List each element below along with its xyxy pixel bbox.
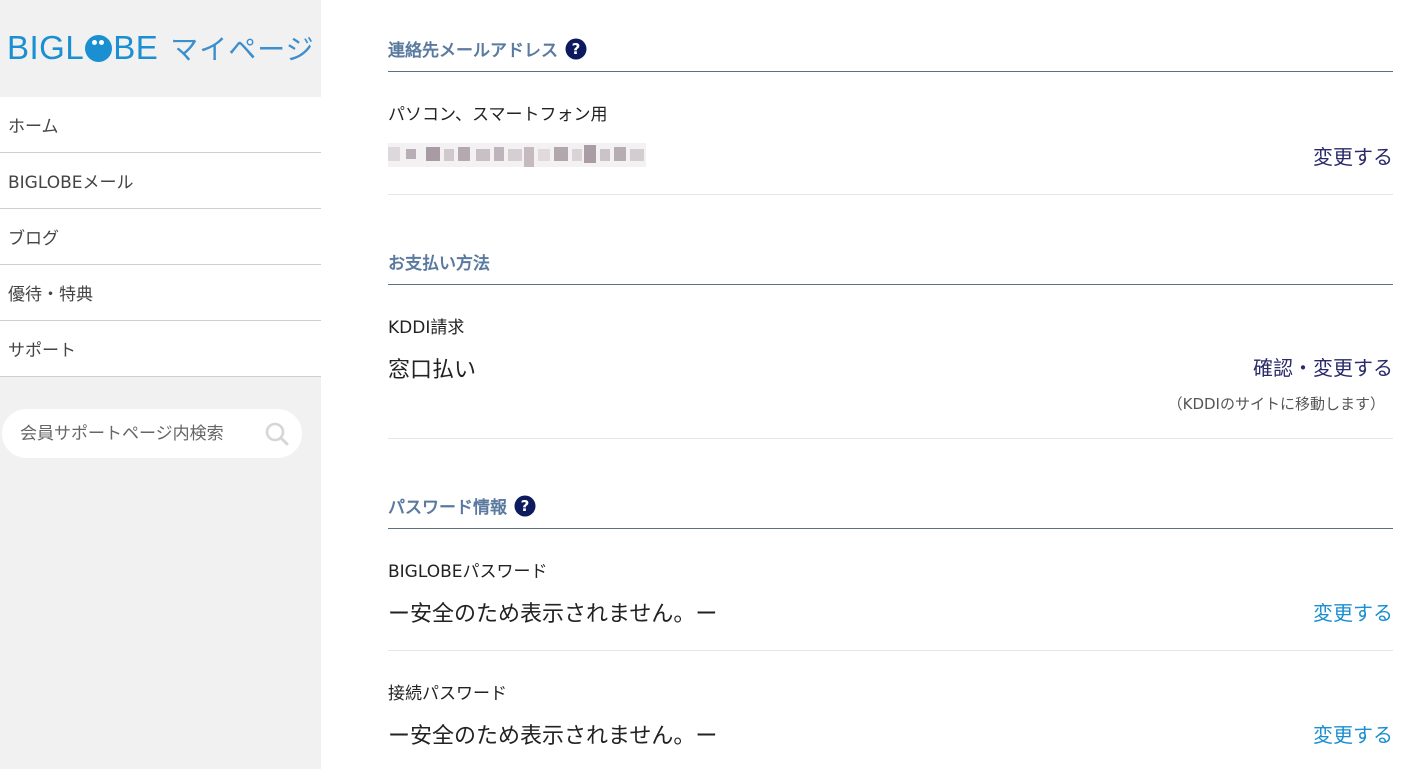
password-header: パスワード情報 ?	[388, 483, 1393, 529]
sidebar-item-blog[interactable]: ブログ	[0, 209, 321, 265]
sidebar-item-label: BIGLOBEメール	[8, 173, 134, 193]
confirm-change-payment-link[interactable]: 確認・変更する	[1253, 352, 1393, 381]
help-icon[interactable]: ?	[565, 38, 587, 60]
biglobe-password-label: BIGLOBEパスワード	[388, 562, 548, 582]
help-icon[interactable]: ?	[514, 495, 536, 517]
contact-email-label: パソコン、スマートフォン用	[388, 105, 608, 125]
sidebar-item-mail[interactable]: BIGLOBEメール	[0, 153, 321, 209]
support-search-box	[2, 409, 302, 458]
logo-mascot-icon	[85, 34, 113, 62]
biglobe-logo[interactable]: BIGL BE マイページ	[7, 28, 315, 68]
sidebar-item-support[interactable]: サポート	[0, 321, 321, 377]
blurred-email-address	[388, 141, 646, 169]
kddi-redirect-note: （KDDIのサイトに移動します）	[1167, 395, 1385, 413]
payment-label: KDDI請求	[388, 318, 465, 338]
change-connection-password-link[interactable]: 変更する	[1313, 719, 1393, 748]
logo-brand-left: BIGL	[7, 29, 85, 66]
biglobe-password-value: ー安全のため表示されません。ー	[388, 602, 718, 627]
payment-title: お支払い方法	[388, 254, 490, 274]
sidebar-item-label: ホーム	[8, 117, 59, 137]
password-title: パスワード情報	[388, 498, 507, 518]
connection-password-value: ー安全のため表示されません。ー	[388, 724, 718, 749]
payment-header: お支払い方法	[388, 239, 1393, 285]
contact-email-header: 連絡先メールアドレス ?	[388, 26, 1393, 72]
contact-email-title: 連絡先メールアドレス	[388, 41, 558, 61]
contact-email-divider	[388, 194, 1393, 195]
change-email-link[interactable]: 変更する	[1313, 141, 1393, 170]
sidebar-item-benefits[interactable]: 優待・特典	[0, 265, 321, 321]
sidebar-item-label: ブログ	[8, 229, 59, 249]
logo-subtitle: マイページ	[170, 33, 315, 66]
sidebar-item-label: サポート	[8, 341, 76, 361]
biglobe-password-divider	[388, 650, 1393, 651]
svg-text:?: ?	[572, 40, 581, 58]
payment-divider	[388, 438, 1393, 439]
pixelated-email-image	[388, 143, 646, 167]
svg-text:?: ?	[521, 497, 530, 515]
logo-area: BIGL BE マイページ	[0, 0, 321, 97]
search-input[interactable]	[18, 422, 264, 445]
sidebar-nav: ホーム BIGLOBEメール ブログ 優待・特典 サポート	[0, 97, 321, 377]
logo-brand-right: BE	[113, 29, 159, 66]
sidebar: BIGL BE マイページ ホーム BIGLOBEメール ブログ 優待・特典 サ…	[0, 0, 321, 769]
payment-method-value: 窓口払い	[388, 358, 477, 383]
change-biglobe-password-link[interactable]: 変更する	[1313, 597, 1393, 626]
connection-password-label: 接続パスワード	[388, 684, 507, 704]
search-icon[interactable]	[264, 421, 290, 447]
sidebar-item-label: 優待・特典	[8, 285, 93, 305]
sidebar-item-home[interactable]: ホーム	[0, 97, 321, 153]
